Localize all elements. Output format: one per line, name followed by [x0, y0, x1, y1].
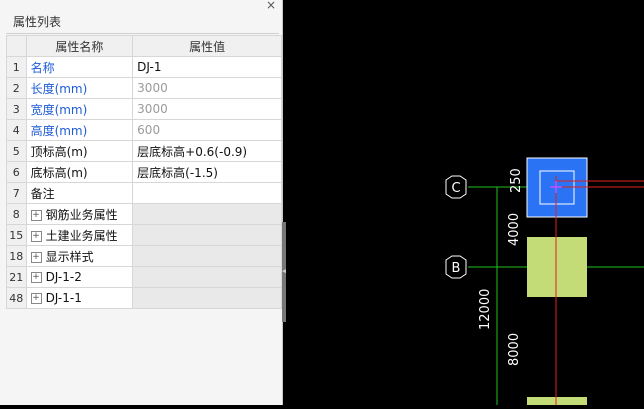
row-number: 6	[6, 161, 27, 183]
row-number: 18	[6, 245, 27, 267]
group-label: DJ-1-2	[45, 270, 82, 284]
cad-canvas[interactable]: C B 250 4000 12000 8000	[286, 0, 644, 407]
dimension-text-8000: 8000	[507, 333, 522, 366]
row-number: 15	[6, 224, 27, 246]
row-number: 4	[6, 119, 27, 141]
row-number: 3	[6, 98, 27, 120]
table-row[interactable]: 1 名称 DJ-1	[6, 56, 282, 78]
property-table: 属性名称 属性值 1 名称 DJ-1 2 长度(mm) 3000 3 宽度(mm…	[6, 35, 282, 309]
divider	[6, 33, 279, 34]
table-row[interactable]: 4 高度(mm) 600	[6, 119, 282, 141]
row-value-field[interactable]: 3000	[132, 77, 282, 99]
table-row-group[interactable]: 18 + 显示样式	[6, 245, 282, 267]
row-value-field[interactable]: 3000	[132, 98, 282, 120]
row-value-field	[132, 287, 282, 309]
row-value-field[interactable]: 层底标高+0.6(-0.9)	[132, 140, 282, 162]
row-name: + 土建业务属性	[25, 224, 134, 246]
row-value-field[interactable]: 600	[132, 119, 282, 141]
row-number: 1	[6, 56, 27, 78]
row-name: 名称	[25, 56, 134, 78]
close-icon[interactable]: ×	[266, 0, 276, 12]
table-row-group[interactable]: 21 + DJ-1-2	[6, 266, 282, 288]
row-name: 底标高(m)	[25, 161, 134, 183]
row-number: 2	[6, 77, 27, 99]
row-name: + DJ-1-2	[25, 266, 134, 288]
panel-title: 属性列表	[13, 15, 62, 29]
row-name: 顶标高(m)	[25, 140, 134, 162]
header-name: 属性名称	[25, 35, 134, 57]
row-number: 7	[6, 182, 27, 204]
expand-plus-icon[interactable]: +	[30, 251, 42, 263]
panel-titlebar: ×	[0, 0, 282, 12]
expand-plus-icon[interactable]: +	[30, 293, 42, 304]
row-name: + 显示样式	[25, 245, 134, 267]
row-name: 备注	[25, 182, 134, 204]
cad-drawing: C B 250 4000 12000 8000	[445, 157, 644, 407]
row-value-field[interactable]	[132, 182, 282, 204]
table-row-group[interactable]: 8 + 钢筋业务属性	[6, 203, 282, 225]
table-row[interactable]: 5 顶标高(m) 层底标高+0.6(-0.9)	[6, 140, 282, 162]
row-value-field[interactable]: 层底标高(-1.5)	[132, 161, 282, 183]
property-panel: × 属性列表 属性名称 属性值 1 名称 DJ-1 2 长度(mm) 3000 …	[0, 0, 283, 405]
dimension-text-250: 250	[509, 168, 524, 193]
row-number: 5	[6, 140, 27, 162]
group-label: 显示样式	[45, 249, 94, 264]
axis-label-c: C	[451, 181, 460, 196]
table-row[interactable]: 2 长度(mm) 3000	[6, 77, 282, 99]
row-name: + DJ-1-1	[25, 287, 134, 309]
table-header-row: 属性名称 属性值	[6, 35, 282, 57]
row-value-field	[132, 266, 282, 288]
group-label: DJ-1-1	[45, 291, 82, 305]
table-row-group[interactable]: 15 + 土建业务属性	[6, 224, 282, 246]
footing[interactable]	[527, 237, 587, 297]
group-label: 钢筋业务属性	[45, 207, 118, 222]
row-number: 8	[6, 203, 27, 225]
header-num	[6, 35, 27, 57]
axis-label-b: B	[452, 261, 461, 276]
row-number: 48	[6, 287, 27, 309]
row-value-field	[132, 203, 282, 225]
row-name: 高度(mm)	[25, 119, 134, 141]
table-row[interactable]: 3 宽度(mm) 3000	[6, 98, 282, 120]
table-row[interactable]: 7 备注	[6, 182, 282, 204]
row-name: 宽度(mm)	[25, 98, 134, 120]
row-name: + 钢筋业务属性	[25, 203, 134, 225]
expand-plus-icon[interactable]: +	[30, 230, 42, 242]
dimension-text-4000: 4000	[507, 213, 522, 246]
footing[interactable]	[527, 397, 587, 407]
header-value: 属性值	[132, 35, 282, 57]
row-value-field	[132, 224, 282, 246]
dimension-text-12000: 12000	[478, 289, 493, 330]
expand-plus-icon[interactable]: +	[30, 209, 42, 221]
row-name: 长度(mm)	[25, 77, 134, 99]
table-row-group[interactable]: 48 + DJ-1-1	[6, 287, 282, 309]
row-number: 21	[6, 266, 27, 288]
expand-plus-icon[interactable]: +	[30, 272, 42, 283]
table-row[interactable]: 6 底标高(m) 层底标高(-1.5)	[6, 161, 282, 183]
group-label: 土建业务属性	[45, 228, 118, 243]
row-value-field[interactable]: DJ-1	[132, 56, 282, 78]
row-value-field	[132, 245, 282, 267]
